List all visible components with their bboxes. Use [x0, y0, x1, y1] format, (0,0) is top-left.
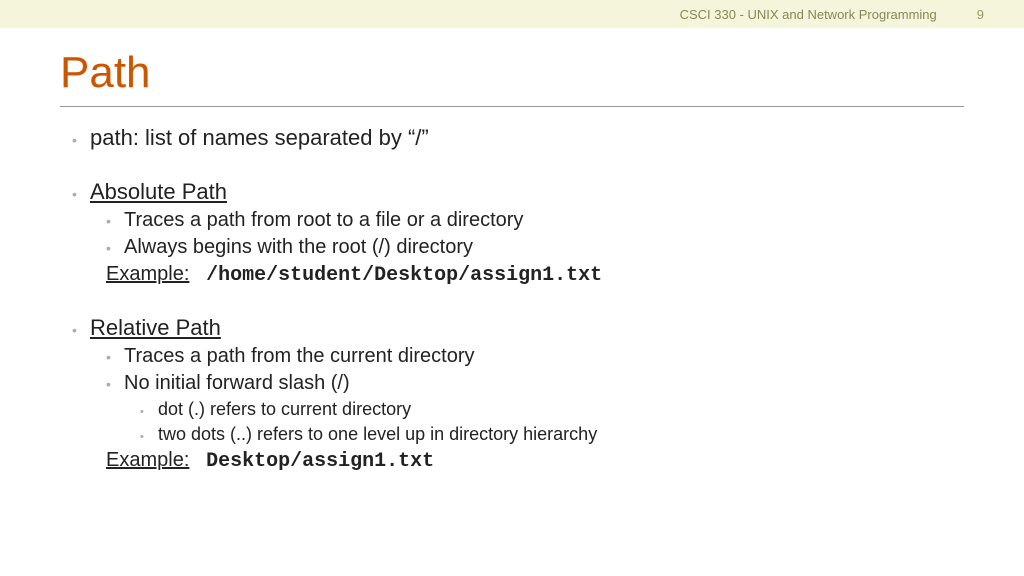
bullet-relative-1: • Traces a path from the current directo… — [60, 345, 964, 368]
bullet-definition: • path: list of names separated by “/” — [60, 125, 964, 151]
slide-title: Path — [60, 48, 964, 98]
section-heading: Absolute Path — [90, 179, 227, 205]
bullet-icon: • — [72, 132, 90, 148]
course-label: CSCI 330 - UNIX and Network Programming — [680, 7, 937, 22]
title-divider — [60, 106, 964, 107]
bullet-icon: • — [140, 431, 158, 443]
bullet-text: two dots (..) refers to one level up in … — [158, 424, 597, 445]
bullet-text: path: list of names separated by “/” — [90, 125, 429, 151]
bullet-absolute-heading: • Absolute Path — [60, 179, 964, 205]
bullet-icon: • — [106, 240, 124, 256]
bullet-icon: • — [72, 322, 90, 338]
bullet-icon: • — [106, 213, 124, 229]
bullet-text: Traces a path from the current directory — [124, 345, 475, 368]
example-value: /home/student/Desktop/assign1.txt — [206, 264, 602, 287]
bullet-relative-2: • No initial forward slash (/) — [60, 372, 964, 395]
slide-header: CSCI 330 - UNIX and Network Programming … — [0, 0, 1024, 28]
slide-content: Path • path: list of names separated by … — [0, 28, 1024, 497]
bullet-icon: • — [106, 349, 124, 365]
bullet-icon: • — [140, 406, 158, 418]
bullet-relative-heading: • Relative Path — [60, 315, 964, 341]
example-value: Desktop/assign1.txt — [206, 450, 434, 473]
bullet-relative-sub2: • two dots (..) refers to one level up i… — [60, 424, 964, 445]
bullet-text: dot (.) refers to current directory — [158, 399, 411, 420]
example-absolute: Example: /home/student/Desktop/assign1.t… — [60, 263, 964, 287]
page-number: 9 — [977, 7, 984, 22]
bullet-text: Traces a path from root to a file or a d… — [124, 209, 523, 232]
example-label: Example: — [106, 449, 189, 471]
bullet-icon: • — [72, 186, 90, 202]
bullet-text: Always begins with the root (/) director… — [124, 236, 473, 259]
bullet-relative-sub1: • dot (.) refers to current directory — [60, 399, 964, 420]
example-relative: Example: Desktop/assign1.txt — [60, 449, 964, 473]
bullet-text: No initial forward slash (/) — [124, 372, 350, 395]
section-heading: Relative Path — [90, 315, 221, 341]
example-label: Example: — [106, 263, 189, 285]
bullet-absolute-2: • Always begins with the root (/) direct… — [60, 236, 964, 259]
bullet-icon: • — [106, 376, 124, 392]
bullet-absolute-1: • Traces a path from root to a file or a… — [60, 209, 964, 232]
